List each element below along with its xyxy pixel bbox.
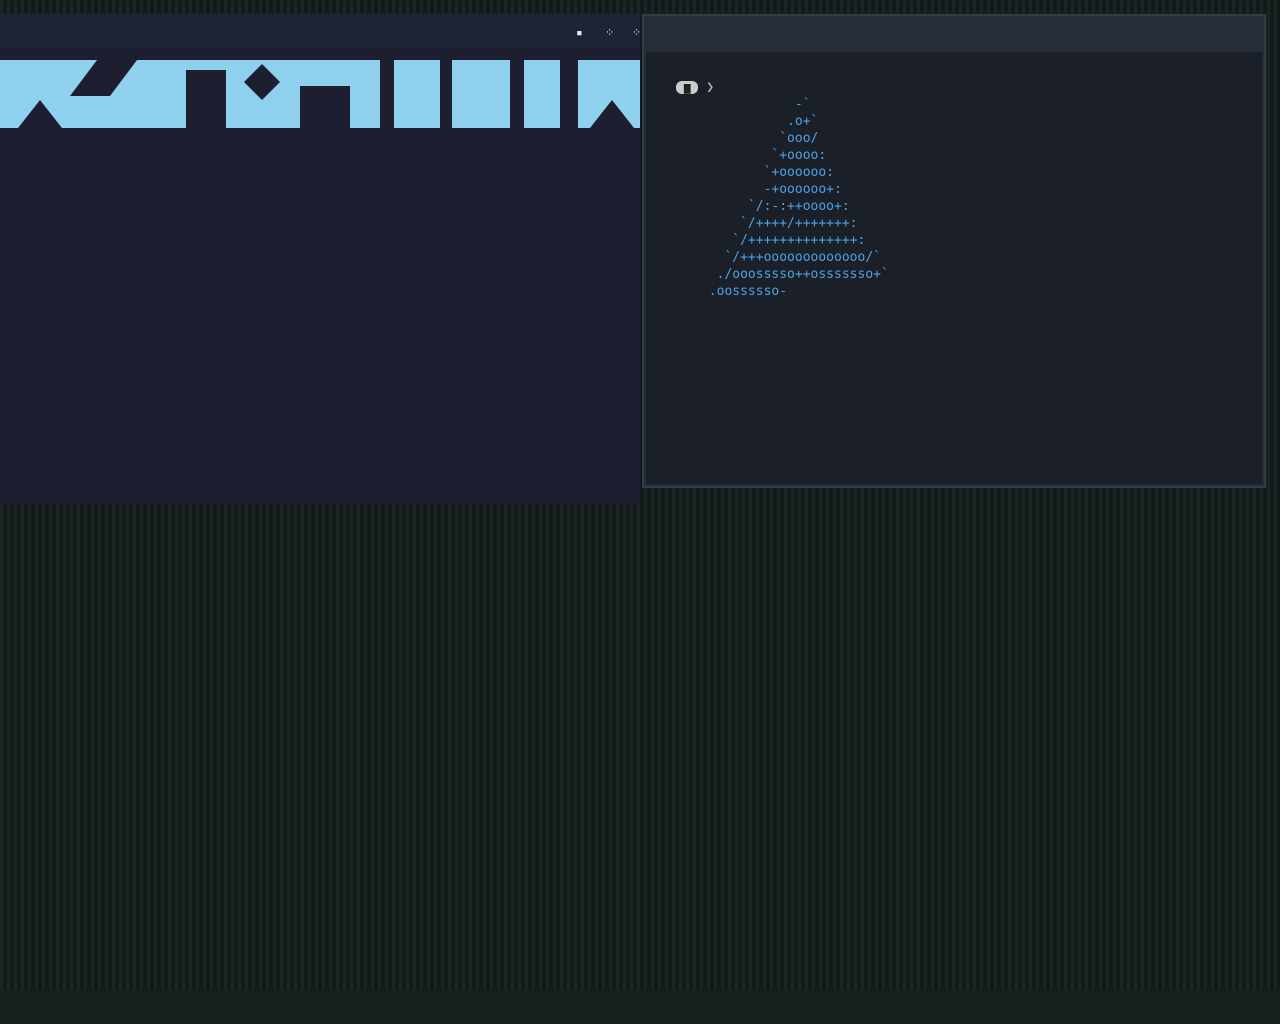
close-button[interactable]: ⁘ <box>632 26 640 39</box>
shell-prompt: ▆ ❯ <box>656 80 714 95</box>
chevron-right-icon: ❯ <box>706 80 715 95</box>
titlebar[interactable]: ▪ ⁘ ⁘ <box>0 14 640 48</box>
maximize-button[interactable]: ⁘ <box>605 26 614 39</box>
ascii-banner-logo <box>0 56 640 128</box>
dashboard-window: ▪ ⁘ ⁘ <box>0 14 640 504</box>
minimize-button[interactable]: ▪ <box>576 26 583 39</box>
folder-icon: ▆ <box>675 81 699 94</box>
arch-logo-ascii: -` .o+` `ooo/ `+oooo: `+oooooo: -+oooooo… <box>708 97 889 299</box>
